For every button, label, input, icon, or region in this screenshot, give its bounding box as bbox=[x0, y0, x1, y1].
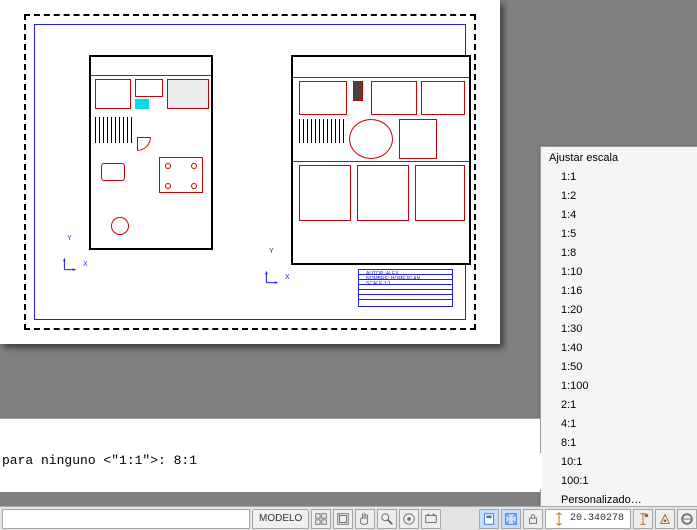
layout-quick-view-icon[interactable] bbox=[311, 509, 331, 529]
scale-option[interactable]: 1:5 bbox=[541, 225, 697, 244]
scale-option[interactable]: 1:10 bbox=[541, 263, 697, 282]
scale-option[interactable]: 4:1 bbox=[541, 415, 697, 434]
steering-wheel-icon[interactable] bbox=[399, 509, 419, 529]
annotation-scale-readout[interactable]: 20.340278 bbox=[545, 509, 631, 529]
lock-viewport-icon[interactable] bbox=[523, 509, 543, 529]
scale-option[interactable]: 1:20 bbox=[541, 301, 697, 320]
annoautoscale-icon[interactable] bbox=[655, 509, 675, 529]
workspace-switching-icon[interactable] bbox=[677, 509, 697, 529]
titleblock-line3: SCALE 1:1 bbox=[366, 282, 420, 287]
floor-plan-right bbox=[291, 55, 471, 265]
model-tab[interactable]: MODELO bbox=[252, 509, 309, 529]
coord-value: 20.340278 bbox=[570, 513, 624, 524]
scale-option[interactable]: 1:2 bbox=[541, 187, 697, 206]
status-bar: MODELO 20.340278 bbox=[0, 506, 697, 530]
menu-title: Ajustar escala bbox=[541, 149, 697, 168]
status-pane bbox=[2, 509, 250, 529]
command-line-input[interactable] bbox=[2, 453, 542, 489]
layout-icon[interactable] bbox=[333, 509, 353, 529]
layout-paper[interactable]: YX YX bbox=[0, 0, 500, 344]
scale-option[interactable]: 1:30 bbox=[541, 320, 697, 339]
ucs-icon-left: YX bbox=[63, 257, 77, 273]
scale-option[interactable]: 2:1 bbox=[541, 396, 697, 415]
maximize-viewport-icon[interactable] bbox=[501, 509, 521, 529]
paper-model-toggle-icon[interactable] bbox=[479, 509, 499, 529]
scale-option[interactable]: 1:4 bbox=[541, 206, 697, 225]
scale-option[interactable]: 10:1 bbox=[541, 453, 697, 472]
showmotion-icon[interactable] bbox=[421, 509, 441, 529]
scale-option[interactable]: 1:100 bbox=[541, 377, 697, 396]
scale-context-menu: Ajustar escala 1:1 1:2 1:4 1:5 1:8 1:10 … bbox=[540, 146, 697, 530]
printable-area-border: YX YX bbox=[24, 14, 476, 330]
scale-option[interactable]: 1:50 bbox=[541, 358, 697, 377]
zoom-icon[interactable] bbox=[377, 509, 397, 529]
scale-option[interactable]: 1:40 bbox=[541, 339, 697, 358]
floor-plan-left bbox=[89, 55, 213, 250]
drawing-frame: YX YX bbox=[34, 24, 466, 320]
scale-option[interactable]: 1:16 bbox=[541, 282, 697, 301]
scale-option[interactable]: 100:1 bbox=[541, 472, 697, 491]
command-line-panel bbox=[0, 418, 540, 492]
scale-option[interactable]: 1:8 bbox=[541, 244, 697, 263]
title-block: AUTOR: ALEX NOMBRE: HOME PLAN SCALE 1:1 bbox=[358, 269, 453, 307]
scale-option[interactable]: 1:1 bbox=[541, 168, 697, 187]
annotation-visibility-icon[interactable] bbox=[633, 509, 653, 529]
ucs-icon-right: YX bbox=[265, 270, 279, 286]
pan-icon[interactable] bbox=[355, 509, 375, 529]
scale-option[interactable]: 8:1 bbox=[541, 434, 697, 453]
